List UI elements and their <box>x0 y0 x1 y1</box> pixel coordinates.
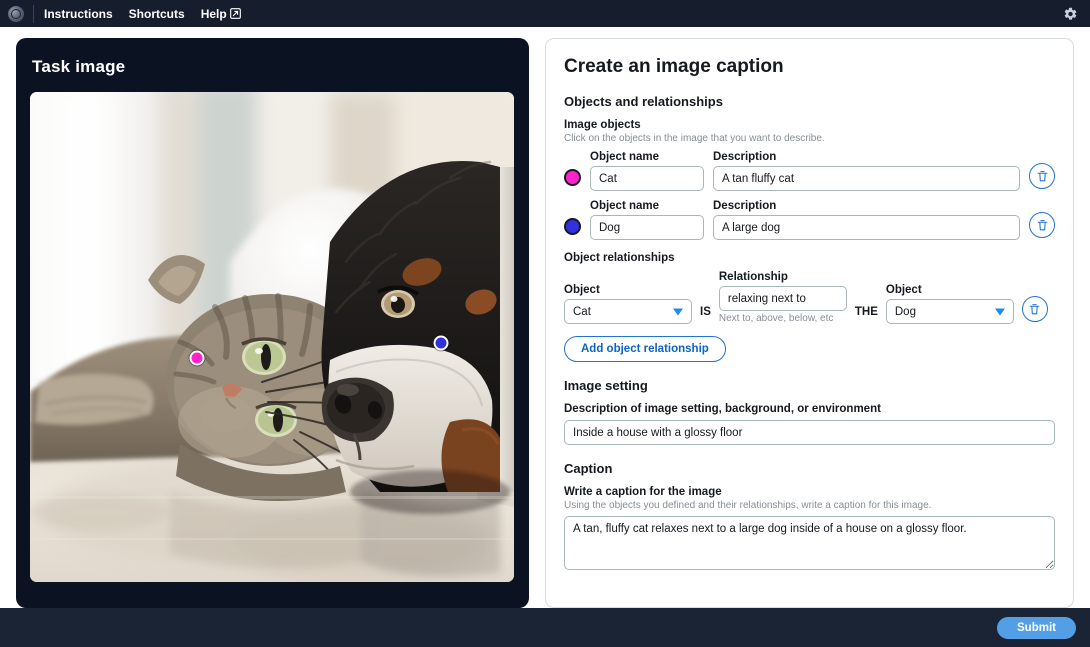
delete-object-button-dog[interactable] <box>1029 212 1055 238</box>
caption-hint: Using the objects you defined and their … <box>564 500 932 511</box>
object-name-label-2: Object name <box>590 200 660 212</box>
form-title: Create an image caption <box>564 56 784 77</box>
image-setting-block: Image setting Description of image setti… <box>564 378 1055 445</box>
delete-relationship-button[interactable] <box>1021 296 1048 322</box>
task-image-canvas[interactable] <box>30 92 514 582</box>
relationship-row: Object IS Relationship Next to, above, b… <box>564 271 1055 324</box>
nav-divider <box>33 4 34 23</box>
image-setting-heading: Image setting <box>564 378 648 393</box>
main-content: Task image Create an image caption Objec… <box>0 27 1090 608</box>
settings-button[interactable] <box>1063 6 1078 21</box>
image-marker-cat[interactable] <box>189 350 205 366</box>
objects-section-heading: Objects and relationships <box>564 94 723 109</box>
image-objects-hint: Click on the objects in the image that y… <box>564 133 825 144</box>
footer-bar: Submit <box>0 608 1090 647</box>
relationship-is-text: IS <box>700 306 711 318</box>
object-rows: Object name Description Object name <box>564 151 1055 240</box>
object-name-input-dog[interactable] <box>590 215 704 240</box>
relationship-target-label: Object <box>885 284 922 296</box>
object-color-dot-dog[interactable] <box>564 218 581 235</box>
object-description-label-1: Description <box>713 151 777 163</box>
relationships-block: Object relationships Object IS Relations… <box>564 252 1055 362</box>
nav-link-instructions[interactable]: Instructions <box>44 7 113 21</box>
object-description-input-cat[interactable] <box>713 166 1020 191</box>
trash-icon <box>1030 303 1040 314</box>
delete-object-button-cat[interactable] <box>1029 163 1055 189</box>
image-setting-label: Description of image setting, background… <box>564 403 881 415</box>
image-objects-label: Image objects <box>564 119 641 131</box>
object-row-cat: Object name Description <box>564 151 1055 191</box>
caption-label: Write a caption for the image <box>564 486 722 498</box>
external-link-icon <box>229 8 241 19</box>
object-color-dot-cat[interactable] <box>564 169 581 186</box>
relationship-subject-label: Object <box>564 284 600 296</box>
app-logo-icon <box>8 5 24 22</box>
task-image-title: Task image <box>32 57 126 76</box>
object-description-input-dog[interactable] <box>713 215 1020 240</box>
trash-icon <box>1037 170 1047 181</box>
relationship-target-select[interactable] <box>885 299 1014 324</box>
add-object-relationship-button[interactable]: Add object relationship <box>564 336 726 362</box>
caption-heading: Caption <box>564 461 613 476</box>
trash-icon <box>1037 219 1047 230</box>
caption-form-panel: Create an image caption Objects and rela… <box>545 38 1074 608</box>
object-name-label-1: Object name <box>590 151 660 163</box>
nav-link-shortcuts-label: Shortcuts <box>128 6 185 21</box>
object-name-input-cat[interactable] <box>590 166 704 191</box>
relationship-verb-input[interactable] <box>718 286 847 311</box>
object-relationships-label: Object relationships <box>564 252 675 264</box>
task-image-panel: Task image <box>16 38 529 608</box>
relationship-verb-label: Relationship <box>718 271 788 283</box>
nav-link-help[interactable]: Help <box>201 7 241 21</box>
nav-link-shortcuts[interactable]: Shortcuts <box>129 7 185 21</box>
top-navigation-bar: Instructions Shortcuts Help <box>0 0 1090 27</box>
image-setting-input[interactable] <box>564 420 1055 445</box>
nav-link-instructions-label: Instructions <box>44 6 113 21</box>
nav-link-help-label: Help <box>200 6 227 21</box>
image-marker-dog[interactable] <box>433 335 449 351</box>
relationship-subject-select[interactable] <box>564 299 692 324</box>
relationship-verb-hint: Next to, above, below, etc <box>718 313 834 324</box>
caption-textarea[interactable] <box>564 516 1055 570</box>
object-row-dog: Object name Description <box>564 200 1055 240</box>
gear-icon <box>1064 7 1077 20</box>
caption-block: Caption Write a caption for the image Us… <box>564 461 1055 575</box>
object-description-label-2: Description <box>713 200 777 212</box>
submit-button[interactable]: Submit <box>997 616 1076 639</box>
relationship-the-text: THE <box>854 306 878 318</box>
